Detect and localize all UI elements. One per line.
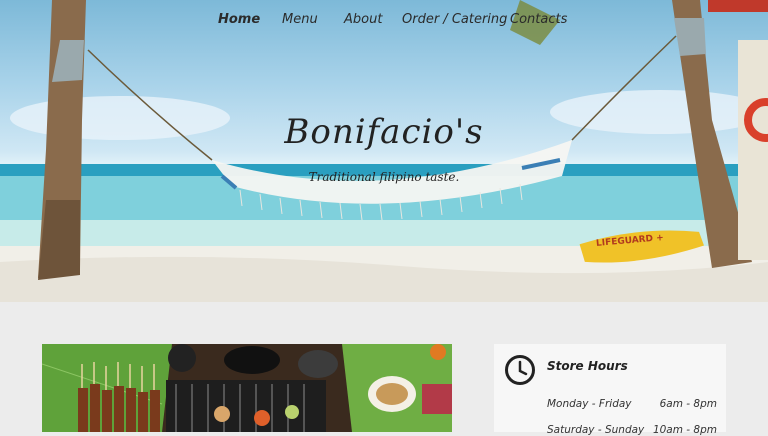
site-logo-title[interactable]: Bonifacio's [0,112,768,152]
hero-banner: Home Menu About Order / Catering Contact… [0,0,768,302]
nav-about-link[interactable]: About [344,12,382,27]
hours-day: Monday - Friday [547,398,632,410]
nav-contacts-link[interactable]: Contacts [510,12,567,27]
main-nav: Home Menu About Order / Catering Contact… [0,12,768,32]
site-tagline: Traditional filipino taste. [308,170,460,184]
hours-time: 6am - 8pm [659,398,717,410]
store-hours-title: Store Hours [547,359,628,373]
filipino-food-spread-image [42,344,452,432]
store-hours-card: Store Hours Monday - Friday 6am - 8pm Sa… [494,344,726,436]
nav-menu-link[interactable]: Menu [282,12,318,27]
food-photo [42,344,452,432]
nav-order-catering-link[interactable]: Order / Catering [402,12,507,27]
hours-time: 10am - 8pm [652,424,717,436]
hours-day: Saturday - Sunday [547,424,645,436]
clock-icon [505,355,535,385]
nav-home-link[interactable]: Home [218,12,260,27]
